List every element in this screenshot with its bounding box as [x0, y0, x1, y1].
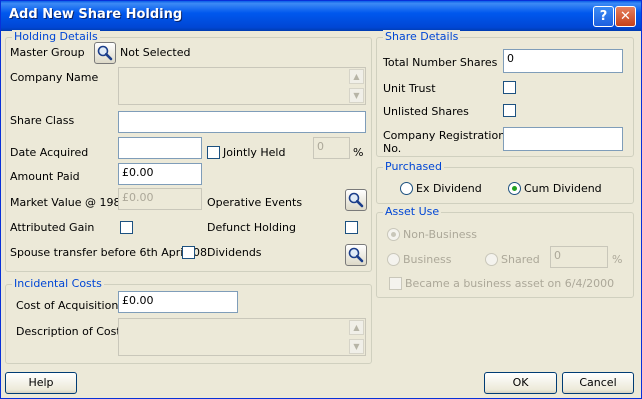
- shared-percent-field[interactable]: 0: [550, 246, 608, 268]
- radio-selected-dot: [512, 186, 517, 191]
- magnifier-icon: [348, 247, 364, 263]
- jointly-held-label: Jointly Held: [223, 146, 286, 159]
- radio-selected-dot: [391, 232, 396, 237]
- date-acquired-label: Date Acquired: [10, 146, 89, 159]
- non-business-radio[interactable]: [387, 228, 400, 241]
- ex-dividend-label: Ex Dividend: [416, 182, 482, 195]
- ok-button[interactable]: OK: [484, 372, 557, 394]
- spouse-transfer-label: Spouse transfer before 6th April '08: [10, 246, 207, 259]
- company-registration-field[interactable]: [503, 127, 623, 151]
- scroll-down-icon[interactable]: ▼: [349, 88, 364, 103]
- attributed-gain-label: Attributed Gain: [10, 221, 95, 234]
- asset-use-legend: Asset Use: [383, 205, 442, 218]
- title-bar[interactable]: Add New Share Holding ? ✕: [1, 1, 641, 31]
- date-acquired-field[interactable]: [118, 137, 202, 159]
- company-name-scrollbar[interactable]: ▲ ▼: [348, 68, 365, 104]
- shared-radio[interactable]: [485, 253, 498, 266]
- holding-details-legend: Holding Details: [12, 30, 100, 43]
- dialog-window: Add New Share Holding ? ✕ Holding Detail…: [0, 0, 642, 399]
- dividends-search-button[interactable]: [345, 244, 367, 266]
- spouse-transfer-checkbox[interactable]: [182, 246, 195, 259]
- unit-trust-checkbox[interactable]: [503, 81, 516, 94]
- share-class-field[interactable]: [118, 111, 366, 133]
- magnifier-icon: [97, 45, 113, 61]
- shared-percent-symbol: %: [612, 253, 623, 266]
- unit-trust-label: Unit Trust: [383, 82, 436, 95]
- description-of-cost-label: Description of Cost: [16, 325, 121, 338]
- cum-dividend-radio[interactable]: [508, 182, 521, 195]
- operative-events-search-button[interactable]: [345, 189, 367, 211]
- unlisted-shares-label: Unlisted Shares: [383, 105, 469, 118]
- attributed-gain-checkbox[interactable]: [120, 221, 133, 234]
- holding-details-group: Holding Details Master Group Not Selecte…: [5, 30, 372, 272]
- business-label: Business: [403, 253, 452, 266]
- close-icon: ✕: [620, 9, 631, 24]
- shared-label: Shared: [501, 253, 540, 266]
- company-registration-label-line2: No.: [383, 142, 402, 155]
- close-button[interactable]: ✕: [615, 6, 636, 27]
- question-icon: ?: [599, 9, 608, 24]
- purchased-group: Purchased Ex Dividend Cum Dividend: [376, 160, 634, 204]
- cost-of-acquisition-label: Cost of Acquisition: [16, 299, 119, 312]
- amount-paid-field[interactable]: £0.00: [118, 163, 202, 185]
- cum-dividend-label: Cum Dividend: [524, 182, 602, 195]
- scroll-up-icon[interactable]: ▲: [349, 69, 364, 84]
- jointly-held-percent-field[interactable]: 0: [313, 137, 350, 159]
- defunct-holding-checkbox[interactable]: [345, 221, 358, 234]
- total-number-shares-field[interactable]: 0: [503, 49, 623, 73]
- description-of-cost-field[interactable]: ▲ ▼: [118, 318, 366, 356]
- unlisted-shares-checkbox[interactable]: [503, 104, 516, 117]
- dividends-label: Dividends: [207, 246, 262, 259]
- master-group-label: Master Group: [10, 46, 85, 59]
- ex-dividend-radio[interactable]: [400, 182, 413, 195]
- description-scrollbar[interactable]: ▲ ▼: [348, 319, 365, 355]
- became-business-checkbox[interactable]: [389, 277, 402, 290]
- market-value-label: Market Value @ 1982: [10, 196, 128, 209]
- incidental-costs-group: Incidental Costs Cost of Acquisition £0.…: [5, 277, 372, 364]
- master-group-search-button[interactable]: [94, 42, 116, 64]
- cost-of-acquisition-field[interactable]: £0.00: [118, 291, 238, 313]
- share-details-group: Share Details Total Number Shares 0 Unit…: [376, 30, 634, 157]
- company-registration-label-line1: Company Registration: [383, 129, 506, 142]
- help-button[interactable]: Help: [5, 372, 77, 394]
- market-value-field[interactable]: £0.00: [118, 188, 202, 210]
- scroll-up-icon[interactable]: ▲: [349, 320, 364, 335]
- share-details-legend: Share Details: [383, 30, 461, 43]
- non-business-label: Non-Business: [403, 228, 478, 241]
- company-name-label: Company Name: [10, 71, 99, 84]
- incidental-costs-legend: Incidental Costs: [12, 277, 104, 290]
- jointly-held-percent-symbol: %: [353, 146, 364, 159]
- scroll-down-icon[interactable]: ▼: [349, 339, 364, 354]
- magnifier-icon: [348, 192, 364, 208]
- operative-events-label: Operative Events: [207, 196, 303, 209]
- defunct-holding-label: Defunct Holding: [207, 221, 296, 234]
- jointly-held-checkbox[interactable]: [207, 146, 220, 159]
- total-number-shares-label: Total Number Shares: [383, 56, 498, 69]
- purchased-legend: Purchased: [383, 160, 444, 173]
- master-group-value: Not Selected: [120, 46, 191, 59]
- business-radio[interactable]: [387, 253, 400, 266]
- became-business-label: Became a business asset on 6/4/2000: [405, 277, 615, 290]
- cancel-button[interactable]: Cancel: [562, 372, 634, 394]
- asset-use-group: Asset Use Non-Business Business Shared 0…: [376, 205, 634, 298]
- amount-paid-label: Amount Paid: [10, 170, 80, 183]
- share-class-label: Share Class: [10, 114, 75, 127]
- company-name-field[interactable]: ▲ ▼: [118, 67, 366, 105]
- dialog-title: Add New Share Holding: [9, 7, 183, 22]
- help-title-button[interactable]: ?: [593, 6, 614, 27]
